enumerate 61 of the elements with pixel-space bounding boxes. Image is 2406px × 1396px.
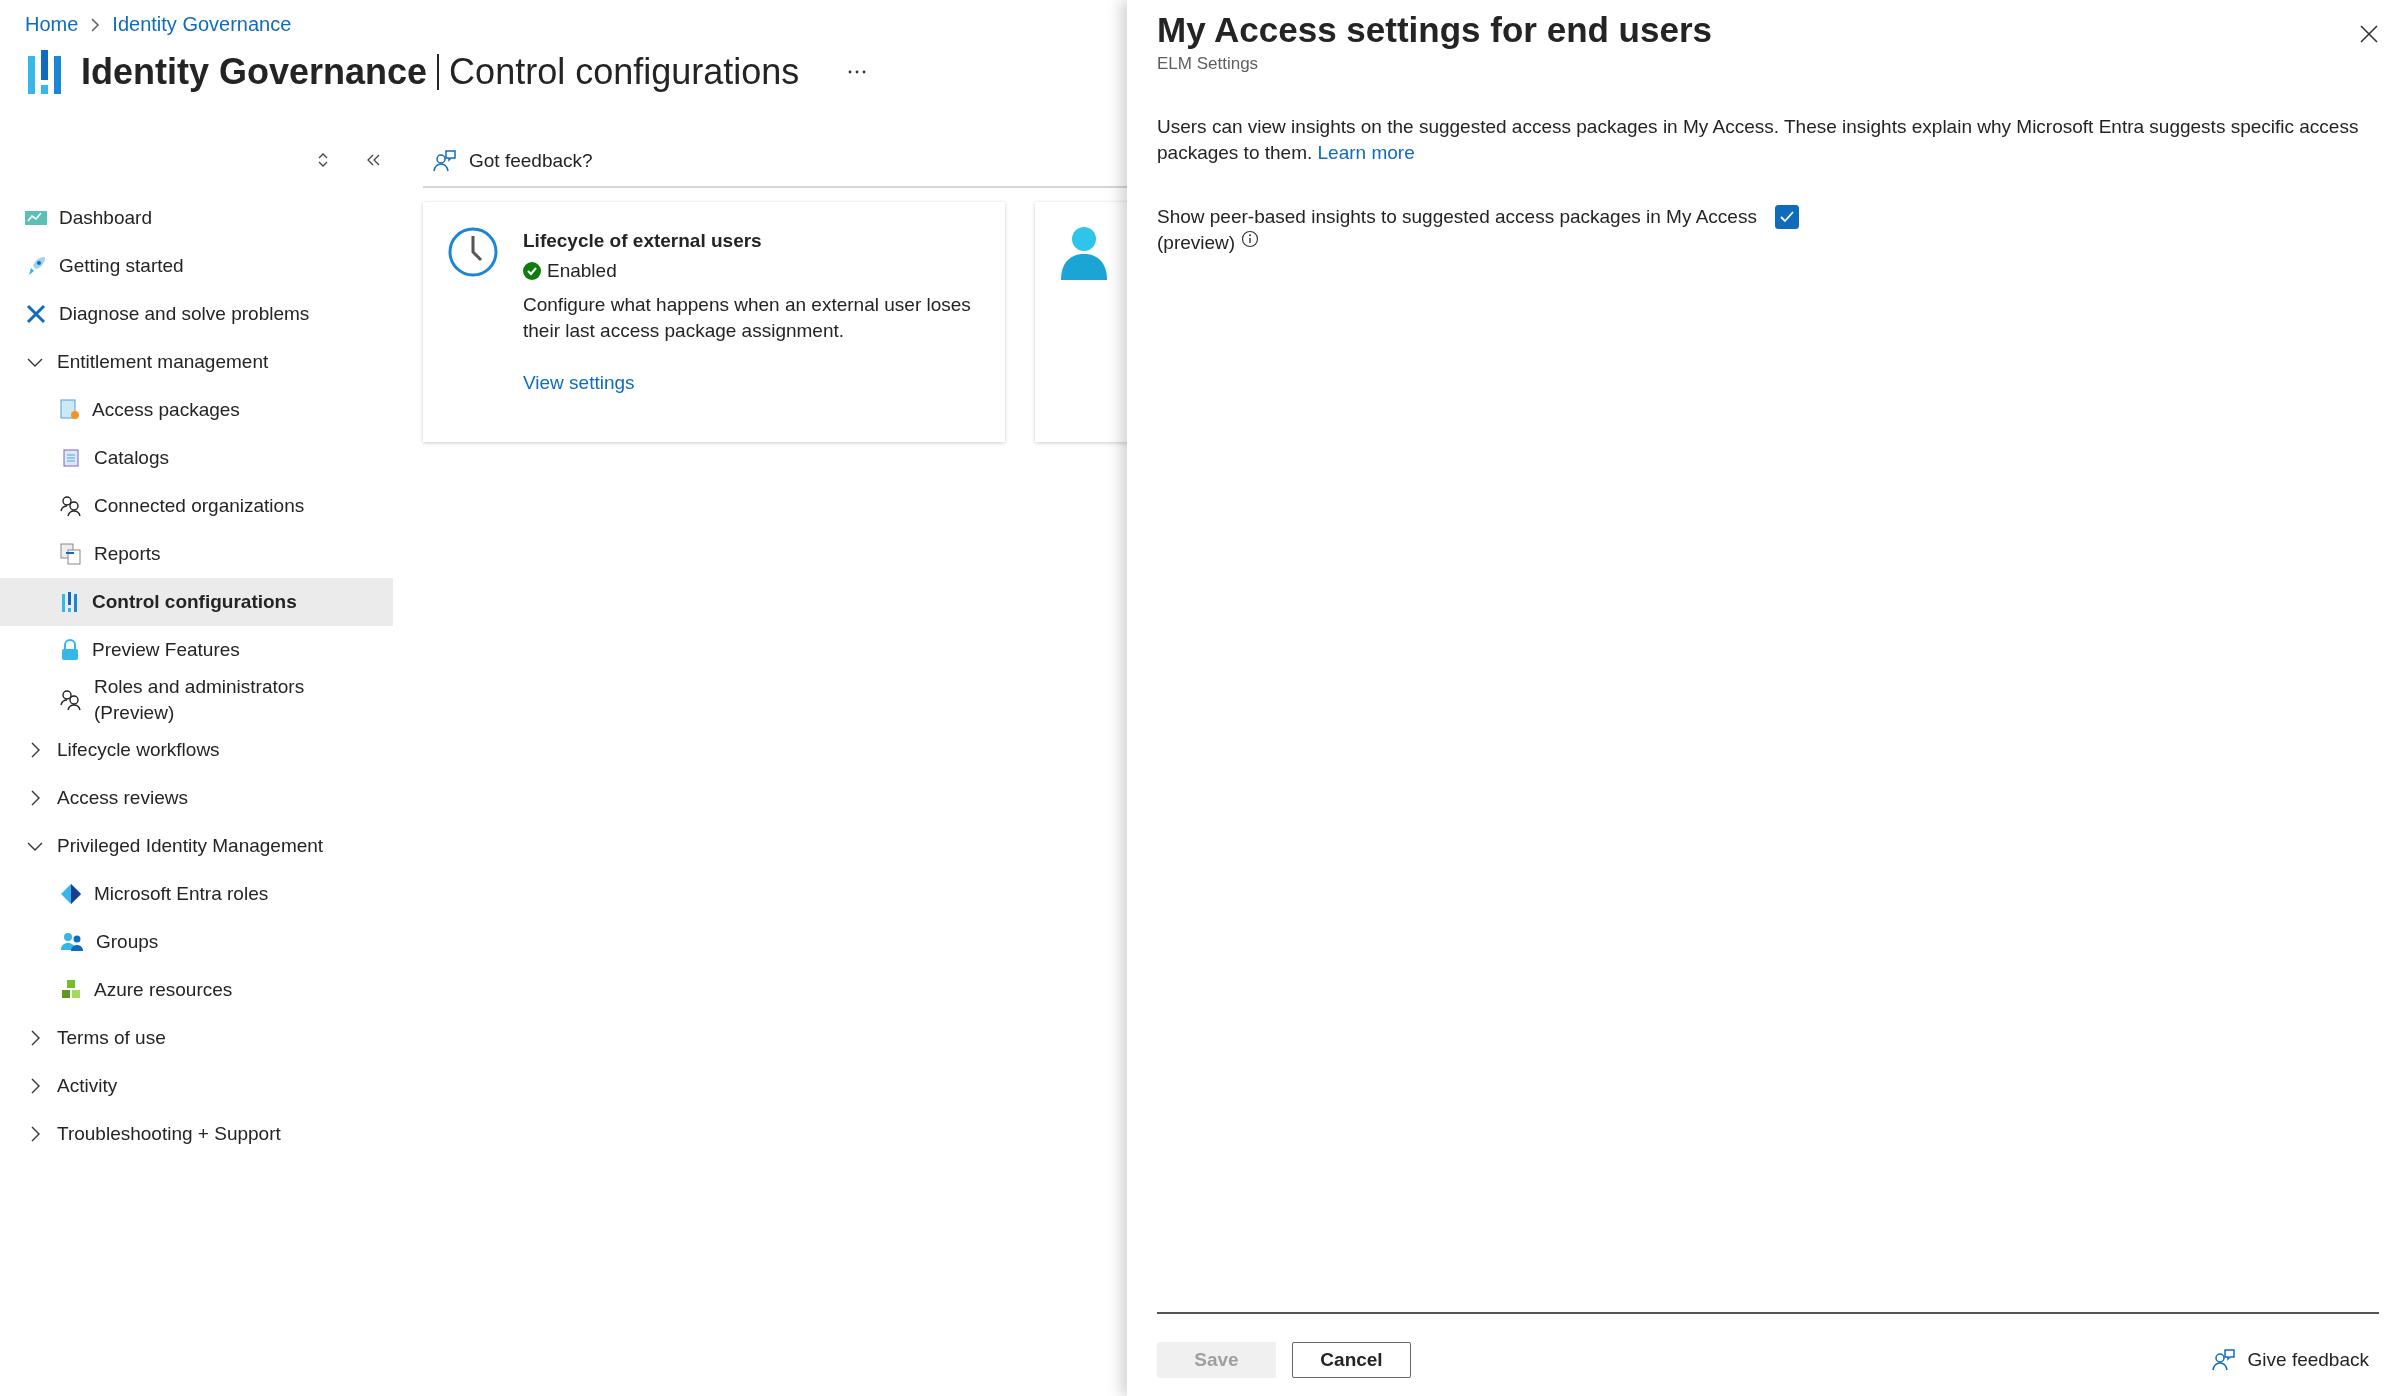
- clock-icon: [447, 226, 499, 278]
- footer-button[interactable]: Cancel: [1292, 1342, 1411, 1378]
- panel-title: My Access settings for end users: [1157, 10, 1712, 50]
- panel-description: Users can view insights on the suggested access packages in My Access. These insights explain why Microsoft Entra suggests specific access packages to them. Learn more: [1157, 115, 2360, 165]
- breadcrumb-link[interactable]: Identity Governance: [112, 13, 292, 36]
- nav-item[interactable]: Dashboard: [0, 194, 393, 242]
- nav-item[interactable]: Lifecycle workflows: [0, 726, 393, 774]
- page-subtitle: Control configurations: [449, 51, 800, 93]
- document-icon: [60, 399, 80, 421]
- nav-item[interactable]: Troubleshooting + Support: [0, 1110, 393, 1158]
- nav-item[interactable]: Reports: [0, 530, 393, 578]
- nav-item[interactable]: Catalogs: [0, 434, 393, 482]
- nav-item[interactable]: Azure resources: [0, 966, 393, 1014]
- collapse-sidebar-icon[interactable]: [367, 154, 381, 166]
- report-icon: [60, 543, 82, 565]
- bars-logo-icon: [27, 50, 63, 94]
- diamond-icon: [60, 883, 82, 905]
- nav-item[interactable]: Groups: [0, 918, 393, 966]
- status-text: Enabled: [547, 260, 617, 282]
- nav-item[interactable]: Access packages: [0, 386, 393, 434]
- catalog-icon: [60, 448, 82, 468]
- nav-item[interactable]: Access reviews: [0, 774, 393, 822]
- view-settings-link[interactable]: View settings: [523, 372, 635, 393]
- more-icon[interactable]: [847, 69, 868, 75]
- expand-collapse-icon[interactable]: [317, 152, 329, 168]
- cubes-icon: [60, 979, 82, 1001]
- people-icon: [60, 689, 82, 711]
- panel-subtitle: ELM Settings: [1157, 54, 1260, 74]
- card-description: Configure what happens when an external user loses their last access package assignment.: [523, 293, 972, 343]
- breadcrumb-link[interactable]: Home: [25, 13, 79, 36]
- user-icon: [1059, 226, 1109, 280]
- nav-item[interactable]: Terms of use: [0, 1014, 393, 1062]
- chevron-right-icon: [90, 16, 101, 33]
- people-icon: [60, 932, 84, 952]
- card-title: Lifecycle of external users: [523, 230, 763, 252]
- nav-item[interactable]: Roles and administrators (Preview): [0, 674, 393, 726]
- learn-more-link[interactable]: Learn more: [1317, 142, 1415, 163]
- feedback-icon: [2211, 1348, 2236, 1372]
- feedback-button[interactable]: Got feedback?: [423, 149, 603, 173]
- give-feedback-button[interactable]: Give feedback: [2201, 1348, 2379, 1372]
- close-icon[interactable]: [2359, 24, 2379, 44]
- bars-icon: [60, 591, 80, 613]
- people-icon: [60, 495, 82, 517]
- nav-item[interactable]: Privileged Identity Management: [0, 822, 393, 870]
- nav-item[interactable]: Activity: [0, 1062, 393, 1110]
- checkbox[interactable]: [1774, 205, 1799, 229]
- tools-icon: [25, 303, 47, 325]
- nav-item[interactable]: Entitlement management: [0, 338, 393, 386]
- nav-item[interactable]: Diagnose and solve problems: [0, 290, 393, 338]
- nav-item[interactable]: Getting started: [0, 242, 393, 290]
- nav-item[interactable]: Connected organizations: [0, 482, 393, 530]
- feedback-icon: [433, 149, 457, 173]
- info-icon[interactable]: [1241, 230, 1260, 248]
- option-label: Show peer-based insights to suggested access packages in My Access: [1157, 205, 1757, 229]
- nav-item[interactable]: Preview Features: [0, 626, 393, 674]
- nav-item[interactable]: Microsoft Entra roles: [0, 870, 393, 918]
- nav-item[interactable]: Control configurations: [0, 578, 393, 626]
- chart-icon: [25, 209, 47, 227]
- page-title: Identity Governance: [81, 51, 428, 93]
- preview-note: (preview): [1157, 231, 1236, 255]
- lock-icon: [60, 639, 80, 661]
